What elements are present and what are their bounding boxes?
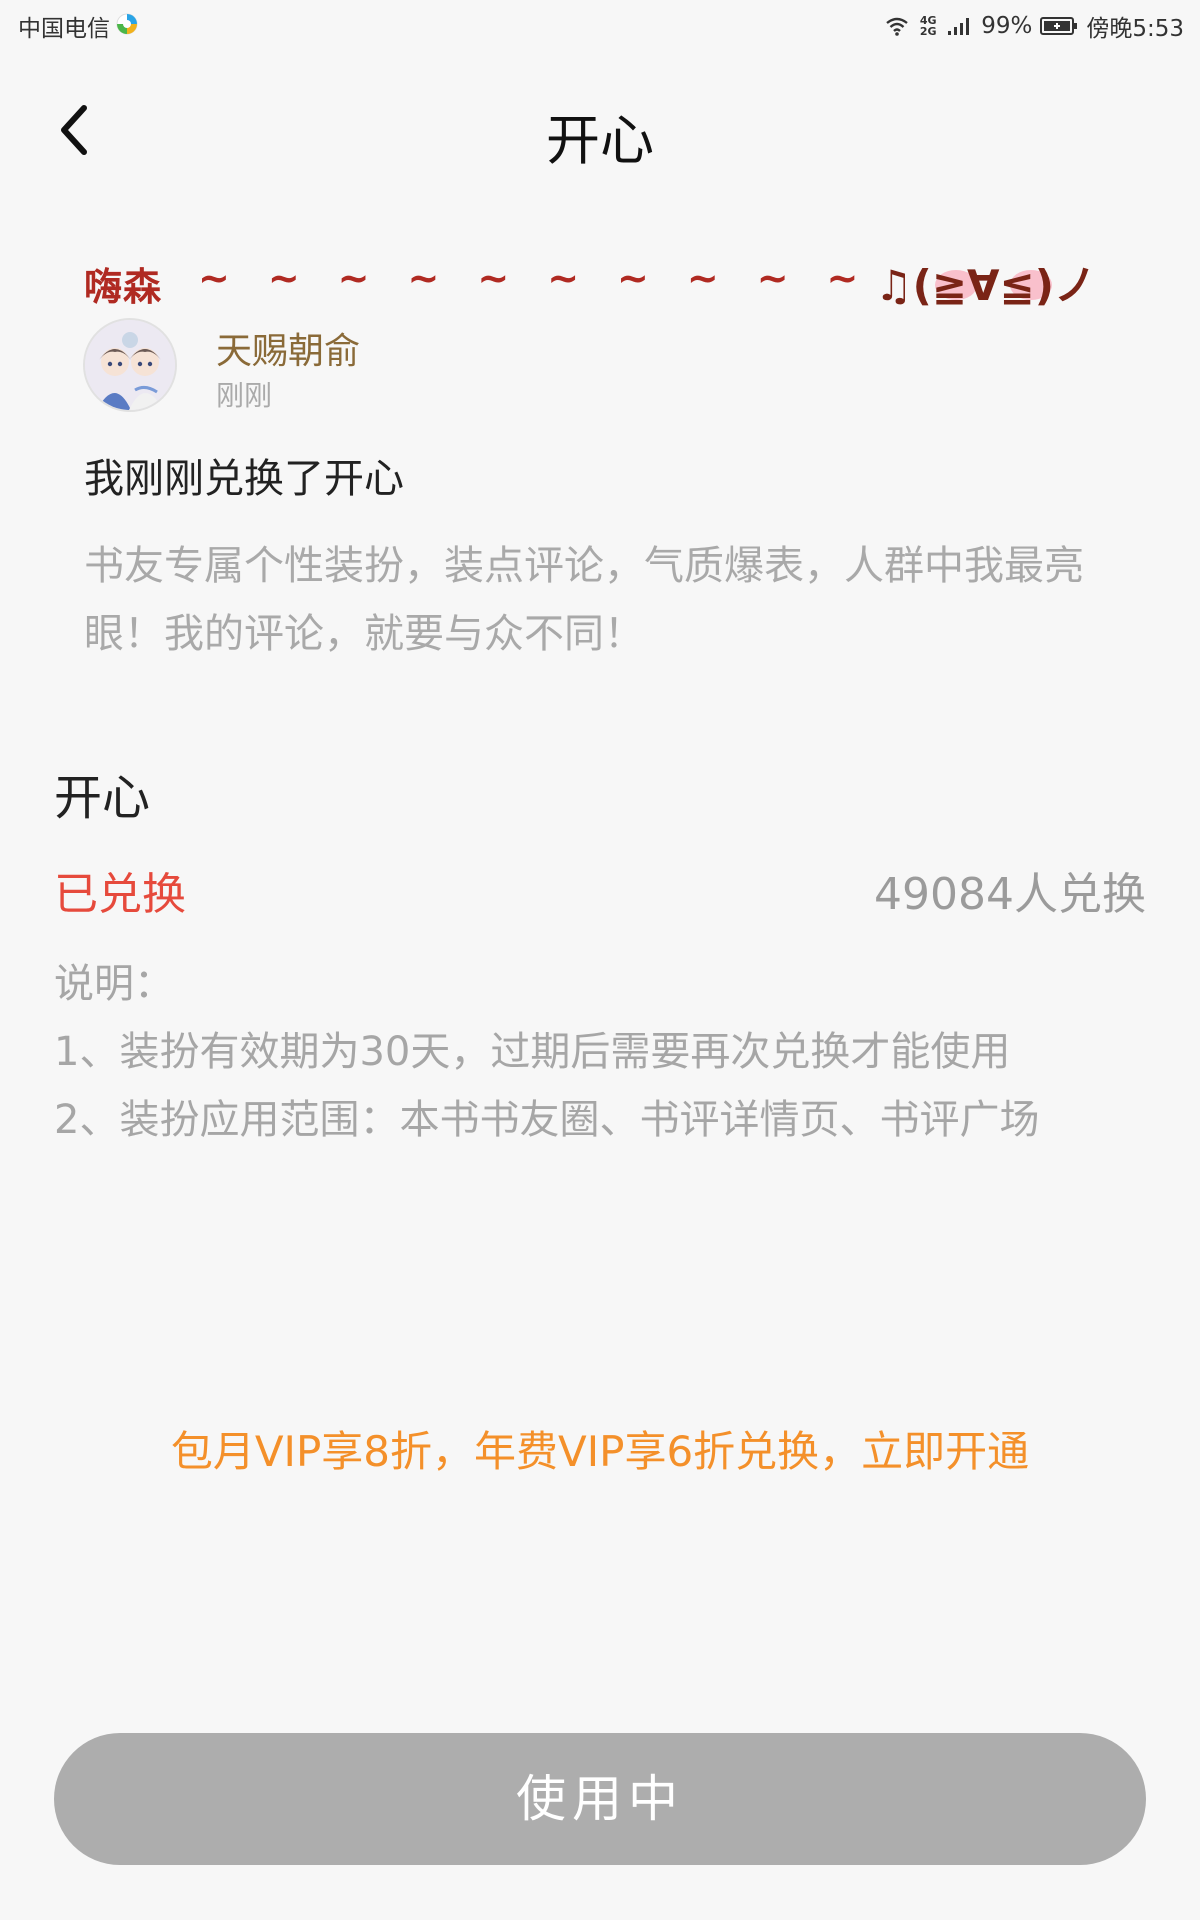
banner-text: 嗨森: [84, 265, 163, 309]
avatar[interactable]: [83, 318, 177, 412]
carrier-label: 中国电信: [18, 16, 110, 42]
status-bar: 中国电信 4G 2G 99% 傍晚5:53: [0, 0, 1200, 50]
username[interactable]: 天赐朝俞: [216, 322, 360, 374]
nav-bar: 开心: [0, 70, 1200, 190]
banner-tildes: ~~~~~~~~~~: [198, 256, 897, 300]
signal-icon: [948, 18, 970, 35]
battery-icon: [1040, 17, 1078, 35]
decoration-banner: 嗨森 ~~~~~~~~~~ ♫(≧∀≦)ノ: [80, 250, 1120, 310]
network-type-label: 4G 2G: [919, 14, 937, 38]
decoration-preview: 嗨森 ~~~~~~~~~~ ♫(≧∀≦)ノ 天赐朝俞 刚刚 我刚刚兑换了开心 书…: [80, 250, 1120, 690]
explanation-heading: 说明：: [54, 961, 174, 1007]
post-description: 书友专属个性装扮，装点评论，气质爆表，人群中我最亮眼！我的评论，就要与众不同！: [84, 543, 1084, 657]
page-title: 开心: [546, 109, 654, 172]
clock: 傍晚5:53: [1086, 16, 1184, 42]
status-row: 已兑换 49084人兑换: [54, 858, 1146, 920]
explanation: 说明： 1、装扮有效期为30天，过期后需要再次兑换才能使用 2、装扮应用范围：本…: [54, 950, 1134, 1154]
wifi-icon: [886, 17, 908, 36]
battery-percent: 99%: [981, 13, 1033, 39]
in-use-button[interactable]: 使用中: [54, 1733, 1146, 1865]
carrier-logo-icon: [116, 13, 138, 35]
exchange-count: 49084人兑换: [874, 869, 1146, 920]
post-title: 我刚刚兑换了开心: [84, 456, 404, 502]
item-name: 开心: [54, 770, 151, 826]
vip-promo-link[interactable]: 包月VIP享8折，年费VIP享6折兑换，立即开通: [0, 1418, 1200, 1479]
exchanged-status: 已兑换: [54, 869, 186, 920]
status-icons: 4G 2G 99% 傍晚5:53: [877, 9, 1184, 43]
avatar-image: [85, 320, 175, 410]
explanation-line-1: 1、装扮有效期为30天，过期后需要再次兑换才能使用: [54, 1029, 1011, 1075]
explanation-line-2: 2、装扮应用范围：本书书友圈、书评详情页、书评广场: [54, 1097, 1040, 1143]
post-time: 刚刚: [216, 379, 273, 412]
banner-face: ♫(≧∀≦)ノ: [875, 261, 1096, 310]
